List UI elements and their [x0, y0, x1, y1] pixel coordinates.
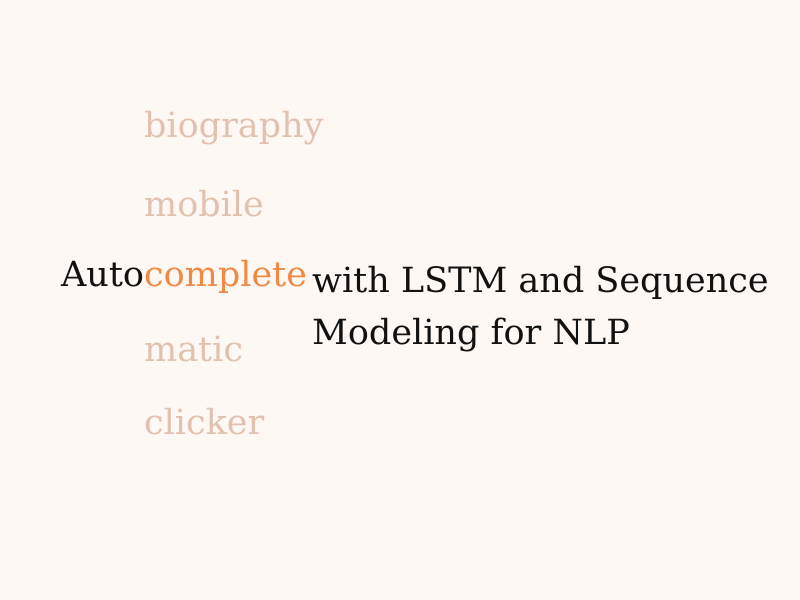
- title-completion-highlight: complete: [144, 255, 307, 295]
- title-line-2: Modeling for NLP: [312, 313, 630, 353]
- title-line-1: with LSTM and Sequence: [312, 261, 769, 301]
- autocomplete-illustration: biography mobile Auto complete with LSTM…: [0, 0, 800, 600]
- suggestion-clicker: clicker: [144, 403, 265, 443]
- title-prefix: Auto: [61, 255, 144, 295]
- page-title: with LSTM and Sequence Modeling for NLP: [312, 255, 782, 359]
- suggestion-biography: biography: [144, 106, 324, 146]
- suggestion-mobile: mobile: [144, 185, 264, 225]
- suggestion-matic: matic: [144, 330, 243, 370]
